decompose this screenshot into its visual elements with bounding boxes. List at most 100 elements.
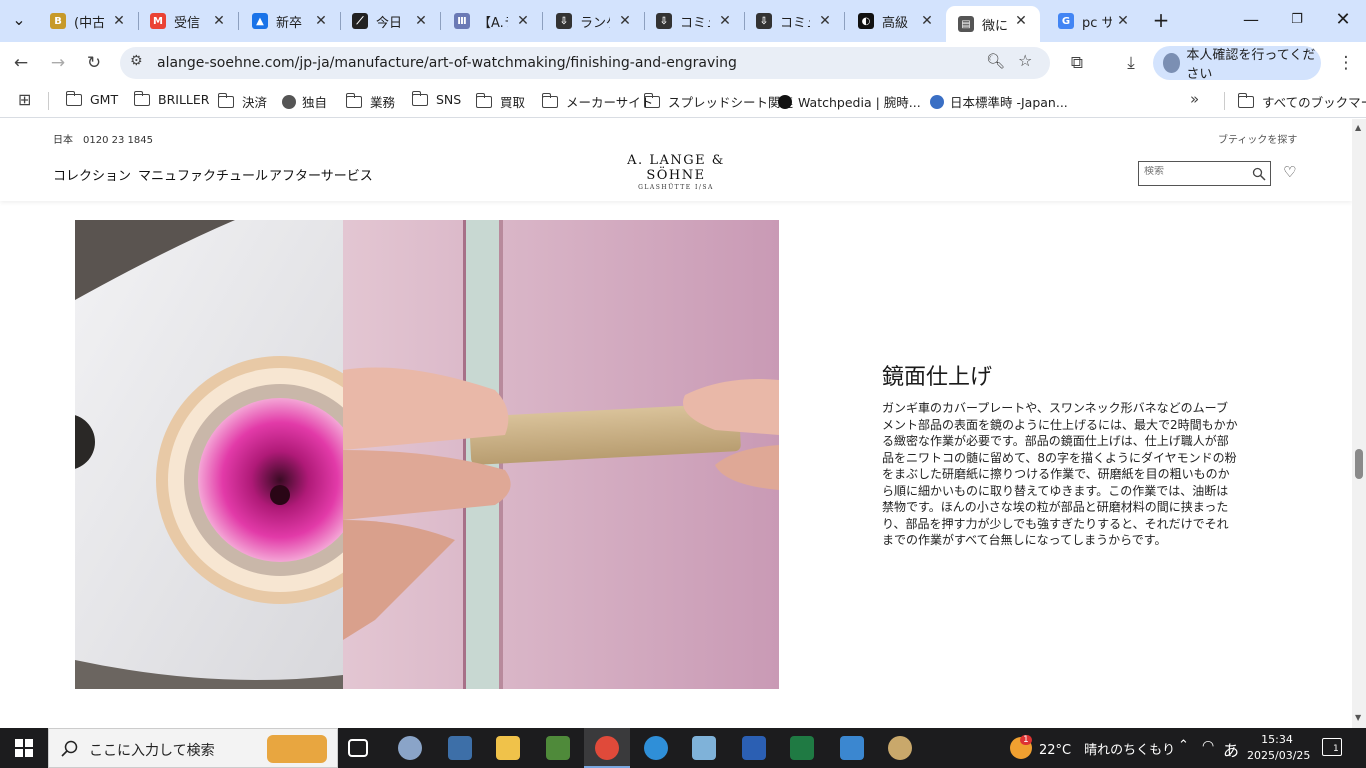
- taskbar-search[interactable]: ここに入力して検索: [48, 728, 338, 768]
- nav-collection[interactable]: コレクション: [53, 165, 131, 184]
- edge-icon[interactable]: [644, 736, 668, 760]
- bookmark-item[interactable]: Watchpedia | 腕時...: [778, 92, 921, 111]
- word-icon[interactable]: [742, 736, 766, 760]
- taskbar-chrome-active[interactable]: [584, 728, 630, 768]
- page-scrollbar[interactable]: ▲ ▼: [1352, 119, 1366, 728]
- tab-close-icon[interactable]: ✕: [616, 12, 634, 30]
- browser-tab[interactable]: M 受信 ✕: [138, 6, 238, 36]
- profile-label: 本人確認を行ってください: [1186, 48, 1316, 82]
- tab-close-icon[interactable]: ✕: [514, 12, 532, 30]
- tab-search-chevron-icon[interactable]: ⌄: [4, 9, 34, 31]
- tab-close-icon[interactable]: ✕: [1012, 12, 1030, 30]
- forward-button[interactable]: →: [45, 51, 71, 75]
- address-bar[interactable]: ⚙ alange-soehne.com/jp-ja/manufacture/ar…: [120, 47, 1050, 79]
- maps-icon[interactable]: [546, 736, 570, 760]
- minimize-button[interactable]: —: [1236, 9, 1266, 31]
- bookmark-item[interactable]: 日本標準時 -Japan...: [930, 92, 1068, 111]
- start-button[interactable]: [0, 728, 48, 768]
- chrome-icon: [595, 736, 619, 760]
- nav-after-service[interactable]: アフターサービス: [269, 165, 373, 184]
- scroll-thumb[interactable]: [1355, 449, 1363, 479]
- browser-tab[interactable]: ▲ 新卒 ✕: [240, 6, 340, 36]
- bookmark-item[interactable]: SNS: [411, 90, 461, 107]
- download-icon[interactable]: ⤓: [1118, 51, 1144, 75]
- bookmark-label: 日本標準時 -Japan...: [950, 95, 1068, 110]
- menu-dots-icon[interactable]: ⋮: [1333, 51, 1359, 75]
- ime-indicator[interactable]: あ: [1223, 737, 1239, 761]
- task-view-icon[interactable]: [348, 739, 368, 757]
- tab-close-icon[interactable]: ✕: [412, 12, 430, 30]
- browser-tab[interactable]: ◐ 高級 ✕: [846, 6, 946, 36]
- bookmark-item[interactable]: スプレッドシート関連: [643, 92, 793, 111]
- notepad-icon[interactable]: [692, 736, 716, 760]
- bookmark-item[interactable]: GMT: [65, 90, 119, 107]
- zoom-icon[interactable]: 🔍︎: [986, 52, 1005, 70]
- bookmark-star-icon[interactable]: ☆: [1018, 51, 1032, 70]
- folder-icon: [345, 92, 362, 108]
- paint-icon[interactable]: [398, 736, 422, 760]
- profile-button[interactable]: 本人確認を行ってください: [1153, 46, 1321, 82]
- apps-grid-icon[interactable]: ⊞: [18, 90, 31, 109]
- browser-tab[interactable]: ⇩ コミュ ✕: [644, 6, 744, 36]
- all-bookmarks[interactable]: すべてのブックマーク: [1237, 92, 1366, 111]
- bookmark-label: GMT: [90, 92, 119, 107]
- weather-icon[interactable]: 1: [1010, 735, 1032, 759]
- divider: [1224, 92, 1225, 110]
- back-button[interactable]: ←: [8, 51, 34, 75]
- bookmark-item[interactable]: 決済: [217, 92, 267, 111]
- calculator-icon[interactable]: [448, 736, 472, 760]
- finishing-photo: [75, 220, 779, 689]
- scroll-up-icon[interactable]: ▲: [1355, 123, 1361, 132]
- bookmark-item[interactable]: BRILLER: [133, 90, 209, 107]
- site-search[interactable]: [1138, 161, 1271, 186]
- photos-icon[interactable]: [840, 736, 864, 760]
- browser-tab[interactable]: ⇩ ランゲ ✕: [544, 6, 644, 36]
- tab-close-icon[interactable]: ✕: [110, 12, 128, 30]
- bookmark-item[interactable]: 買取: [475, 92, 525, 111]
- wishlist-heart-icon[interactable]: ♡: [1283, 163, 1296, 181]
- tab-favicon-icon: ⇩: [556, 13, 572, 29]
- bookmark-item[interactable]: 業務: [345, 92, 395, 111]
- reload-button[interactable]: ↻: [81, 51, 107, 75]
- close-window-button[interactable]: ✕: [1328, 9, 1358, 31]
- tab-close-icon[interactable]: ✕: [716, 12, 734, 30]
- new-tab-button[interactable]: +: [1146, 9, 1176, 31]
- find-boutique-link[interactable]: ブティックを探す: [1218, 131, 1297, 146]
- brand-logo[interactable]: A. LANGE & SÖHNE GLASHÜTTE I/SA: [604, 153, 748, 191]
- bookmark-item[interactable]: メーカーサイト: [541, 92, 653, 111]
- browser-tab[interactable]: ⇩ コミュ ✕: [744, 6, 844, 36]
- phone-number[interactable]: 日本 0120 23 1845: [53, 131, 153, 146]
- browser-tab[interactable]: Gpc サ ✕: [1046, 6, 1142, 36]
- tab-close-icon[interactable]: ✕: [210, 12, 228, 30]
- browser-tab[interactable]: ⟋ 今日 ✕: [340, 6, 440, 36]
- weather-text[interactable]: 22°C 晴れのちくもり: [1039, 739, 1175, 758]
- scroll-down-icon[interactable]: ▼: [1355, 713, 1361, 722]
- file-explorer-icon[interactable]: [496, 736, 520, 760]
- system-clock[interactable]: 15:34 2025/03/25: [1247, 732, 1310, 764]
- tab-title: 【A.ラ: [478, 15, 508, 31]
- tab-close-icon[interactable]: ✕: [1114, 12, 1132, 30]
- nav-manufacture[interactable]: マニュファクチュール: [138, 165, 268, 184]
- wifi-icon[interactable]: ◠: [1202, 738, 1214, 754]
- paint3d-icon[interactable]: [888, 736, 912, 760]
- folder-icon: [1237, 92, 1254, 108]
- site-info-icon[interactable]: ⚙: [130, 53, 143, 69]
- bookmark-item[interactable]: 独自: [282, 92, 327, 111]
- site-search-input[interactable]: [1144, 166, 1244, 177]
- notification-center-icon[interactable]: 1: [1322, 738, 1342, 756]
- tab-close-icon[interactable]: ✕: [816, 12, 834, 30]
- browser-tab[interactable]: B (中古 ✕: [38, 6, 138, 36]
- clock-time: 15:34: [1261, 733, 1293, 746]
- restore-button[interactable]: ❐: [1282, 9, 1312, 31]
- extensions-icon[interactable]: ⧉: [1064, 51, 1090, 75]
- tab-close-icon[interactable]: ✕: [312, 12, 330, 30]
- url-text[interactable]: alange-soehne.com/jp-ja/manufacture/art-…: [157, 55, 737, 71]
- tab-close-icon[interactable]: ✕: [918, 12, 936, 30]
- bookmarks-overflow-icon[interactable]: »: [1190, 90, 1199, 108]
- avatar: [1163, 53, 1181, 73]
- search-icon[interactable]: [1252, 167, 1266, 181]
- excel-icon[interactable]: [790, 736, 814, 760]
- browser-tab[interactable]: ▤ 微に ✕: [946, 6, 1040, 42]
- tray-chevron-up-icon[interactable]: ⌃: [1178, 738, 1189, 753]
- browser-tab[interactable]: Ⅲ 【A.ラ ✕: [442, 6, 542, 36]
